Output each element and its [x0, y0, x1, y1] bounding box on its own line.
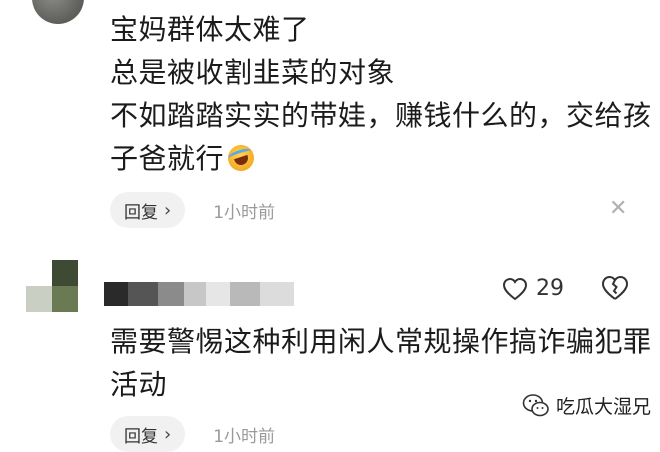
comment-line: 宝妈群体太难了 — [110, 13, 310, 46]
comment-line: 需要警惕这种利用闲人常规操作搞诈骗犯罪 — [110, 325, 652, 358]
username-blurred[interactable] — [104, 282, 294, 306]
comment-text: 宝妈群体太难了 总是被收割韭菜的对象 不如踏踏实实的带娃，赚钱什么的，交给孩 子… — [110, 8, 652, 180]
chevron-right-icon: › — [164, 423, 172, 445]
chevron-right-icon: › — [164, 199, 172, 221]
reply-button[interactable]: 回复 › — [110, 416, 186, 452]
comment-line: 总是被收割韭菜的对象 — [110, 56, 396, 89]
like-control[interactable]: 29 — [502, 276, 564, 301]
laughing-crying-emoji — [224, 141, 258, 175]
wechat-logo-icon — [522, 393, 549, 416]
comment-line: 不如踏踏实实的带娃，赚钱什么的，交给孩 — [110, 99, 652, 132]
reply-label: 回复 — [124, 202, 158, 223]
comment-time: 1小时前 — [213, 426, 276, 447]
reply-button[interactable]: 回复 › — [110, 192, 186, 228]
close-icon[interactable]: ✕ — [609, 197, 627, 221]
reply-label: 回复 — [124, 426, 158, 447]
comment-time: 1小时前 — [213, 202, 276, 223]
broken-heart-icon[interactable] — [601, 275, 629, 301]
comment-line: 子爸就行 — [110, 137, 652, 180]
heart-icon[interactable] — [502, 277, 528, 301]
watermark-text: 吃瓜大湿兄 — [556, 396, 652, 418]
comment-actions: 回复 › 1小时前 — [110, 416, 275, 452]
avatar[interactable] — [32, 0, 84, 24]
avatar[interactable] — [26, 260, 78, 312]
like-count: 29 — [536, 276, 564, 301]
watermark: 吃瓜大湿兄 — [522, 392, 651, 419]
comment-actions: 回复 › 1小时前 — [110, 192, 275, 228]
